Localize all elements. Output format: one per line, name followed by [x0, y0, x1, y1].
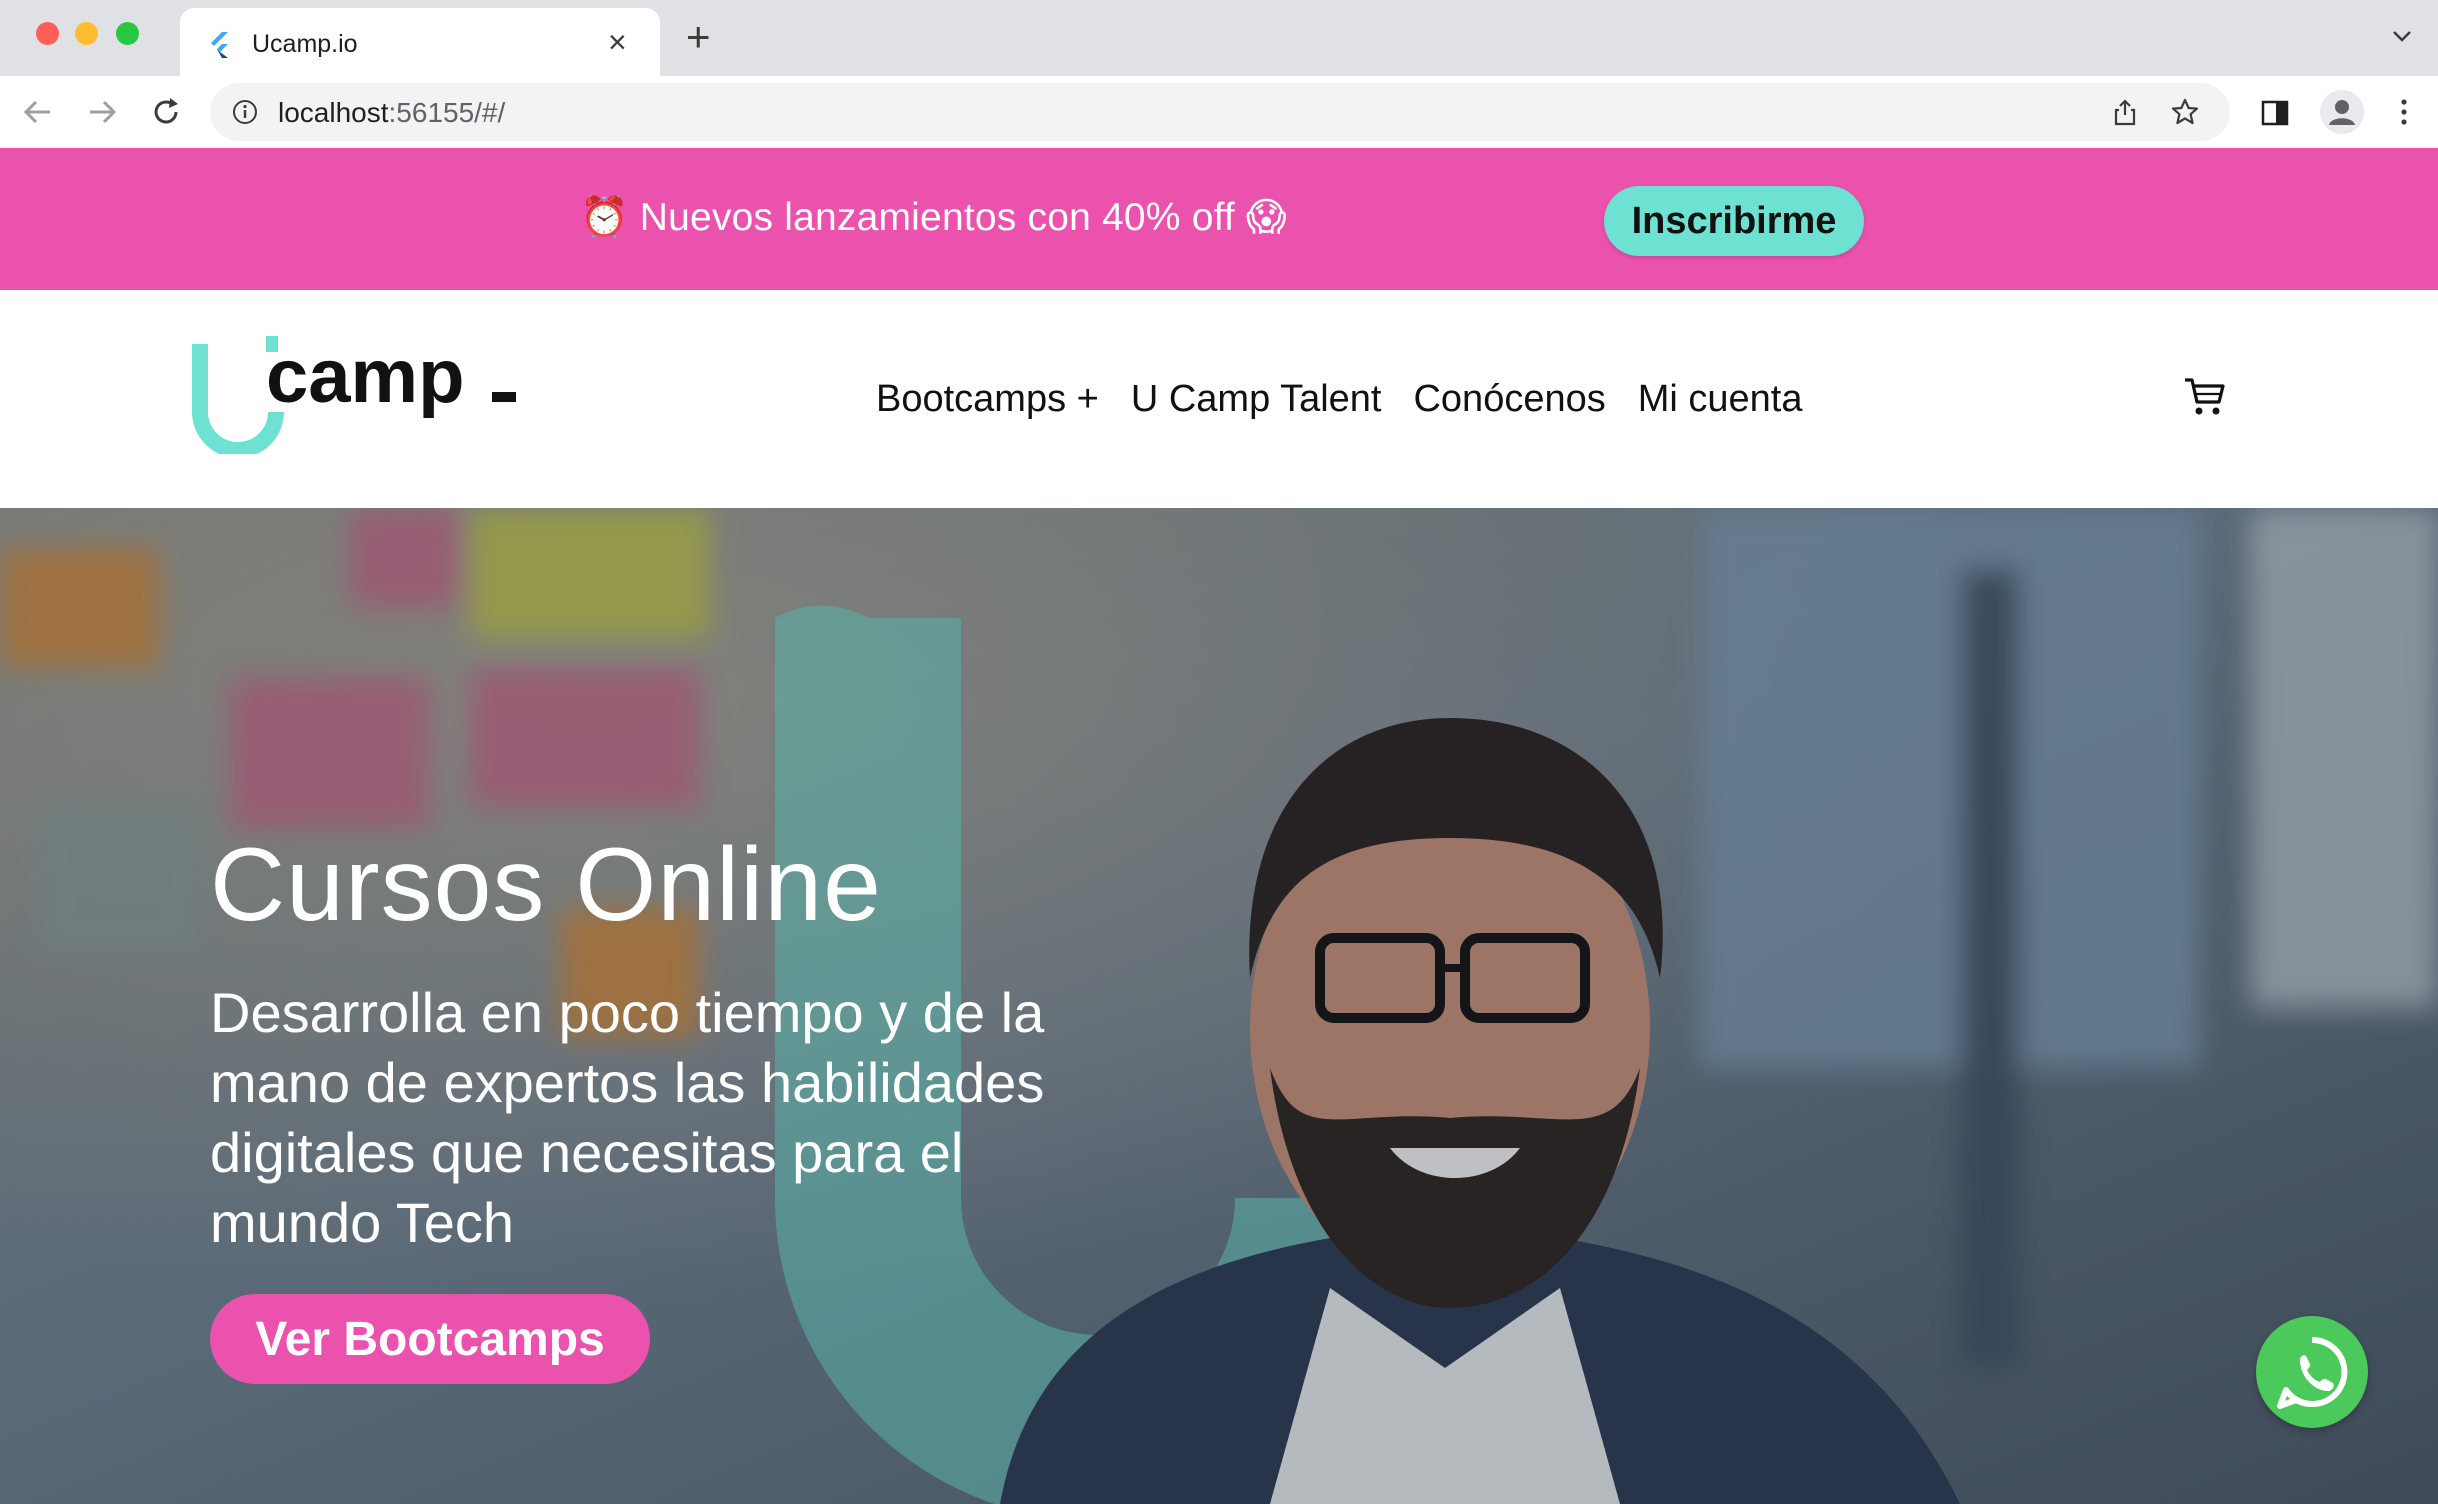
tab-title: Ucamp.io: [252, 30, 358, 58]
plus-icon[interactable]: +: [686, 16, 711, 58]
browser-tab-active[interactable]: Ucamp.io ×: [180, 8, 660, 76]
whatsapp-icon: [2277, 1336, 2348, 1409]
nav-conocenos[interactable]: Conócenos: [1413, 378, 1605, 421]
ucamp-logo[interactable]: camp: [190, 334, 530, 454]
nav-bootcamps[interactable]: Bootcamps +: [876, 378, 1099, 421]
side-panel-icon[interactable]: [2260, 98, 2290, 128]
profile-icon[interactable]: [2320, 90, 2364, 134]
nav-ucamp-talent[interactable]: U Camp Talent: [1131, 378, 1382, 421]
promo-banner: ⏰ Nuevos lanzamientos con 40% off 😱 Insc…: [0, 148, 2438, 290]
hero-title: Cursos Online: [210, 827, 882, 943]
arrow-left-icon[interactable]: [20, 94, 56, 130]
whatsapp-chat-button[interactable]: [2256, 1316, 2368, 1428]
hero-section: Cursos Online Desarrolla en poco tiempo …: [0, 508, 2438, 1504]
close-icon[interactable]: ×: [608, 26, 627, 58]
address-bar[interactable]: localhost:56155/#/: [210, 83, 2230, 141]
kebab-menu-icon[interactable]: [2394, 96, 2414, 128]
cart-icon[interactable]: [2183, 374, 2227, 418]
reload-icon[interactable]: [148, 94, 184, 130]
main-nav: Bootcamps + U Camp Talent Conócenos Mi c…: [876, 378, 1802, 421]
hero-subtitle: Desarrolla en poco tiempo y de la mano d…: [210, 981, 1045, 1254]
window-close-button[interactable]: [36, 22, 59, 45]
browser-tab-strip: Ucamp.io × +: [0, 0, 2438, 76]
info-icon[interactable]: [232, 99, 258, 125]
nav-mi-cuenta[interactable]: Mi cuenta: [1638, 378, 1803, 421]
flutter-icon: [211, 32, 228, 58]
share-icon[interactable]: [2110, 97, 2140, 127]
site-header: camp Bootcamps + U Camp Talent Conócenos…: [0, 290, 2438, 508]
star-icon[interactable]: [2170, 97, 2200, 127]
browser-toolbar: localhost:56155/#/: [0, 76, 2438, 149]
promo-text: ⏰ Nuevos lanzamientos con 40% off 😱: [580, 196, 1287, 239]
chevron-down-icon[interactable]: [2390, 24, 2414, 48]
window-zoom-button[interactable]: [116, 22, 139, 45]
view-bootcamps-button[interactable]: Ver Bootcamps: [210, 1294, 650, 1384]
window-minimize-button[interactable]: [75, 22, 98, 45]
logo-text: camp: [266, 334, 465, 419]
enroll-button[interactable]: Inscribirme: [1604, 186, 1864, 256]
arrow-right-icon[interactable]: [84, 94, 120, 130]
url-text: localhost:56155/#/: [278, 97, 506, 128]
